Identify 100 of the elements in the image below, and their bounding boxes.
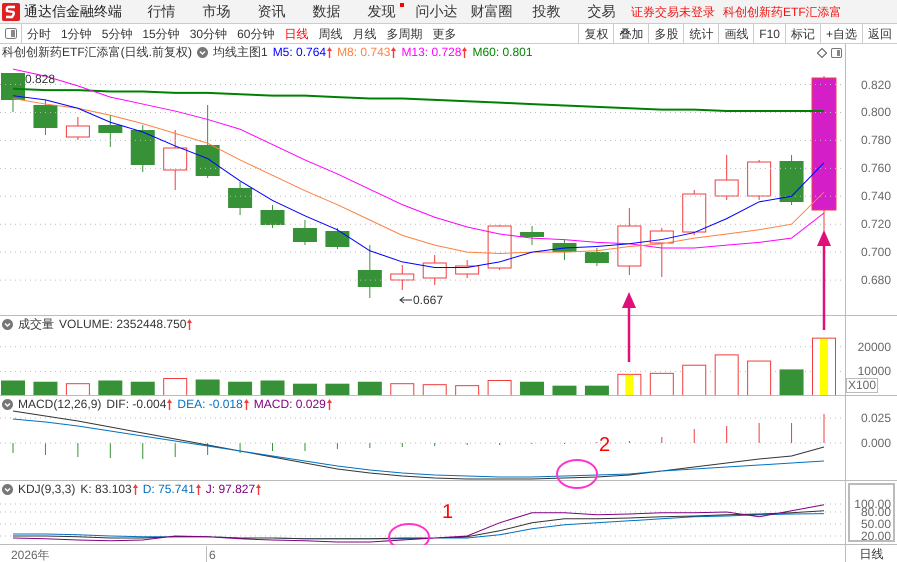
menu-item[interactable]: 财富圈 xyxy=(464,1,519,22)
toolbar-button[interactable]: +自选 xyxy=(820,24,862,43)
date-label: 6 xyxy=(206,546,216,562)
candle xyxy=(390,264,414,290)
axis-label: 0.720 xyxy=(860,217,891,232)
panel-toggle-icon[interactable] xyxy=(4,28,16,39)
period-tab[interactable]: 60分钟 xyxy=(237,24,274,42)
axis-label: 20000 xyxy=(858,340,891,354)
menu-item[interactable]: 发现 xyxy=(354,1,409,22)
candle xyxy=(780,154,804,206)
candle xyxy=(747,160,772,200)
period-tab[interactable]: 5分钟 xyxy=(102,24,132,42)
axis-label: 0.760 xyxy=(860,161,891,176)
period-label: 日线 xyxy=(845,545,897,562)
axis-label: 0.000 xyxy=(860,436,891,450)
period-tab[interactable]: 日线 xyxy=(284,24,308,42)
candle xyxy=(455,260,480,278)
notice-text: 证券交易未登录 xyxy=(631,4,715,20)
period-tab[interactable]: 多周期 xyxy=(386,24,422,42)
menu-item[interactable]: 问小达 xyxy=(409,1,464,22)
axis-label: 20.00 xyxy=(860,530,891,542)
toolbar-button[interactable]: 复权 xyxy=(578,24,614,43)
indicator-name: 均线主图1 xyxy=(213,44,268,61)
candle xyxy=(130,124,155,172)
period-tab[interactable]: 分时 xyxy=(27,24,51,42)
period-tab[interactable]: 周线 xyxy=(318,24,342,42)
toolbar-button[interactable]: 多股 xyxy=(648,24,684,43)
up-arrow xyxy=(622,292,636,362)
indicator-value: D: 75.741 xyxy=(142,481,195,498)
date-label: 2026年 xyxy=(11,547,50,562)
annotation-number: 2 xyxy=(599,434,610,456)
axis-label: 0.680 xyxy=(860,273,891,288)
pointer-arrow xyxy=(399,296,412,304)
menu-item[interactable]: 市场 xyxy=(189,1,244,22)
period-tab[interactable]: 30分钟 xyxy=(190,24,228,42)
indicator-value: DEA: -0.018 xyxy=(177,396,243,413)
chart-title: 科创创新药ETF汇添富(日线.前复权) xyxy=(2,44,192,61)
candle xyxy=(228,182,252,216)
axis-label: 0.820 xyxy=(860,78,891,92)
candle xyxy=(1,72,25,112)
candle xyxy=(260,204,285,228)
candle xyxy=(163,130,188,190)
candle xyxy=(617,208,642,276)
indicator-value: VOLUME: 2352448.750 xyxy=(59,316,186,333)
collapse-icon[interactable] xyxy=(2,318,13,330)
indicator-value: M5: 0.764 xyxy=(272,44,326,61)
indicator-value: DIF: -0.004 xyxy=(106,396,166,413)
panel-title: MACD(12,26,9) xyxy=(18,396,102,413)
collapse-icon[interactable] xyxy=(2,484,13,494)
period-tab[interactable]: 更多 xyxy=(432,24,456,42)
period-tab[interactable]: 1分钟 xyxy=(61,24,92,42)
candle xyxy=(520,226,544,246)
axis-label: 0.025 xyxy=(860,411,891,425)
candle xyxy=(682,190,706,236)
menu-item[interactable]: 资讯 xyxy=(244,1,299,22)
panel-title: KDJ(9,3,3) xyxy=(18,481,76,498)
candle xyxy=(422,254,447,286)
toolbar-button[interactable]: 画线 xyxy=(718,24,754,43)
candle xyxy=(714,154,739,200)
period-tab[interactable]: 月线 xyxy=(352,24,376,42)
indicator-value: MACD: 0.029 xyxy=(254,396,326,413)
menu-item[interactable]: 投教 xyxy=(519,1,574,22)
axis-label: 0.700 xyxy=(860,245,891,260)
panel-toggle-icon[interactable] xyxy=(831,48,842,58)
toolbar-button[interactable]: F10 xyxy=(753,24,785,43)
indicator-value: J: 97.827 xyxy=(206,481,256,498)
highlight-circle xyxy=(556,459,598,489)
low-price-label: 0.667 xyxy=(413,294,444,307)
candle xyxy=(98,114,122,148)
candle xyxy=(325,228,350,250)
axis-label: 0.740 xyxy=(860,189,891,204)
app-name: 通达信金融终端 xyxy=(24,2,123,21)
indicator-value: M60: 0.801 xyxy=(472,44,533,61)
candle xyxy=(292,220,317,246)
diamond-icon[interactable] xyxy=(817,48,827,58)
candle xyxy=(488,224,512,270)
toolbar-button[interactable]: 叠加 xyxy=(613,24,648,43)
collapse-icon[interactable] xyxy=(197,46,208,58)
axis-label: 0.780 xyxy=(860,133,891,148)
toolbar-button[interactable]: 返回 xyxy=(862,24,897,43)
candle xyxy=(33,100,58,136)
toolbar-button[interactable]: 统计 xyxy=(683,24,718,43)
menu-item[interactable]: 数据 xyxy=(299,1,354,22)
axis-label: 10000 xyxy=(858,364,891,378)
notice-text: 科创创新药ETF汇添富 xyxy=(723,4,842,20)
candle xyxy=(358,244,382,298)
menu-item[interactable]: 交易 xyxy=(574,1,629,22)
indicator-value: M8: 0.743 xyxy=(337,44,390,61)
candle xyxy=(552,240,576,260)
indicator-value: M13: 0.728 xyxy=(401,44,462,61)
period-tab[interactable]: 15分钟 xyxy=(142,24,180,42)
menu-item[interactable]: 行情 xyxy=(134,1,189,22)
axis-label: 50.00 xyxy=(860,518,891,530)
candle xyxy=(584,248,609,266)
unit-label: X100 xyxy=(846,378,878,393)
indicator-value: K: 83.103 xyxy=(80,481,132,498)
collapse-icon[interactable] xyxy=(2,398,13,410)
panel-title: 成交量 xyxy=(18,316,54,333)
high-price-label: 0.828 xyxy=(25,73,56,86)
toolbar-button[interactable]: 标记 xyxy=(784,24,820,43)
